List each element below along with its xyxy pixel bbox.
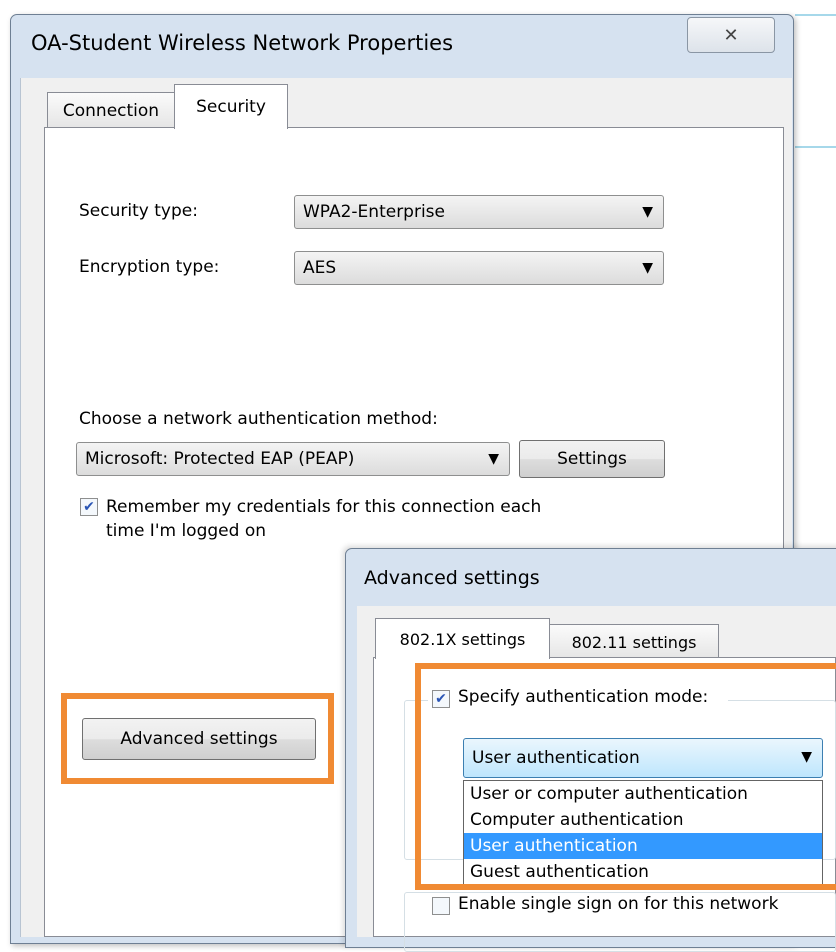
chevron-down-icon: ▼	[642, 204, 653, 220]
close-button[interactable]: ✕	[687, 17, 775, 53]
highlight-frame	[61, 693, 334, 784]
security-type-select[interactable]: WPA2-Enterprise ▼	[294, 195, 664, 229]
advanced-dialog-title: Advanced settings	[364, 567, 540, 589]
tab-802-11-settings[interactable]: 802.11 settings	[549, 624, 719, 659]
security-type-label: Security type:	[79, 201, 198, 221]
highlight-frame	[415, 663, 836, 890]
tab-802-1x-settings[interactable]: 802.1X settings	[375, 618, 550, 659]
auth-method-value: Microsoft: Protected EAP (PEAP)	[85, 449, 355, 469]
chevron-down-icon: ▼	[488, 451, 499, 467]
tab-connection[interactable]: Connection	[47, 92, 175, 128]
encryption-type-value: AES	[303, 258, 337, 278]
remember-credentials-checkbox[interactable]: ✔	[80, 498, 98, 516]
remember-credentials-line2: time I'm logged on	[106, 521, 266, 541]
encryption-type-label: Encryption type:	[79, 257, 220, 277]
sso-checkbox[interactable]	[432, 897, 450, 915]
background-line	[795, 14, 836, 16]
chevron-down-icon: ▼	[642, 260, 653, 276]
remember-credentials-line1: Remember my credentials for this connect…	[106, 497, 542, 517]
tab-security[interactable]: Security	[174, 84, 288, 129]
checkmark-icon: ✔	[83, 499, 95, 515]
tab-802-1x-label: 802.1X settings	[399, 629, 526, 649]
encryption-type-select[interactable]: AES ▼	[294, 251, 664, 285]
auth-method-label: Choose a network authentication method:	[79, 409, 438, 429]
background-line	[795, 146, 836, 148]
tab-connection-label: Connection	[62, 100, 160, 121]
settings-button[interactable]: Settings	[519, 440, 665, 478]
security-type-value: WPA2-Enterprise	[303, 202, 446, 222]
remember-credentials-label: Remember my credentials for this connect…	[106, 495, 541, 543]
sso-label: Enable single sign on for this network	[458, 894, 779, 914]
tab-802-11-label: 802.11 settings	[571, 632, 697, 652]
tab-security-label: Security	[196, 97, 266, 117]
dialog-title: OA-Student Wireless Network Properties	[31, 31, 454, 55]
auth-method-select[interactable]: Microsoft: Protected EAP (PEAP) ▼	[76, 442, 510, 476]
close-icon: ✕	[723, 24, 739, 46]
